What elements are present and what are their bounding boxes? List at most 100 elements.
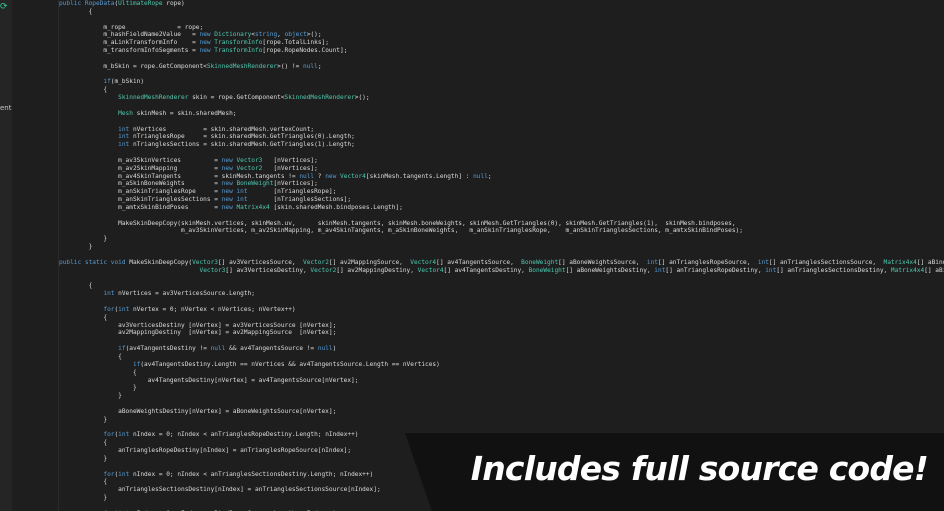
code-token: [] anTrianglesRopeDestiny, xyxy=(665,266,766,274)
code-token: new int xyxy=(221,196,248,204)
code-token: int xyxy=(118,470,130,478)
code-token: [nTrianglesRope]; xyxy=(247,188,337,196)
code-token: (av4TangentsDestiny.Length == nVertices … xyxy=(140,360,440,368)
code-line: m_amtxSkinBindPoses = new Matrix4x4 [ski… xyxy=(59,204,944,212)
code-line: av3VerticesDestiny [nVertex] = av3Vertic… xyxy=(59,322,944,330)
code-token: [nTrianglesSections]; xyxy=(247,196,352,204)
code-token: Matrix4x4 xyxy=(236,203,270,211)
code-token: int xyxy=(118,431,130,439)
code-line: m_aSkinBoneWeights = new BoneWeight[nVer… xyxy=(59,180,944,188)
code-token: [] aBoneWeightsDestiny, xyxy=(565,266,655,274)
code-token: Vector4 xyxy=(410,258,437,266)
code-token: { xyxy=(59,352,122,360)
code-token: [] anTrianglesRopeSource, xyxy=(657,258,758,266)
code-line: m_rope = rope; xyxy=(59,24,944,32)
code-token: null xyxy=(299,172,315,180)
code-line: aBoneWeightsDestiny[nVertex] = aBoneWeig… xyxy=(59,408,944,416)
code-line: { xyxy=(59,369,944,377)
code-token: [skinMesh.tangents.Length] : xyxy=(365,172,474,180)
code-line: if(av4TangentsDestiny != null && av4Tang… xyxy=(59,345,944,353)
code-token: >() != xyxy=(277,62,304,70)
code-token: int xyxy=(103,290,115,298)
code-token: skinMesh = skin.sharedMesh; xyxy=(132,109,237,117)
code-token: Dictionary xyxy=(214,31,252,39)
code-line: m_av3SkinVertices = new Vector3 [nVertic… xyxy=(59,157,944,165)
code-token: nIndex = 0; nIndex < anTrianglesSections… xyxy=(129,470,374,478)
code-token: null xyxy=(473,172,488,180)
code-line: } xyxy=(59,392,944,400)
code-token: [] av4TangentsSource, xyxy=(436,258,522,266)
code-line: m_bSkin = rope.GetComponent<SkinnedMeshR… xyxy=(59,63,944,71)
code-token: { xyxy=(59,86,108,94)
code-line: } xyxy=(59,384,944,392)
code-line: Vector3[] av3VerticesDestiny, Vector2[] … xyxy=(59,267,944,275)
code-token: BoneWeight xyxy=(236,180,274,188)
code-token: } xyxy=(59,235,108,243)
code-token: anTrianglesRopeDestiny[nIndex] = anTrian… xyxy=(59,447,352,455)
code-token: int xyxy=(118,305,130,313)
code-token: ? xyxy=(314,172,326,180)
code-token: new xyxy=(221,164,237,172)
code-line: MakeSkinDeepCopy(skinMesh.vertices, skin… xyxy=(59,220,944,228)
code-token: av3VerticesDestiny [nVertex] = av3Vertic… xyxy=(59,321,337,329)
code-token: int xyxy=(654,266,666,274)
code-token: Matrix4x4 xyxy=(890,266,925,274)
code-line: if(av4TangentsDestiny.Length == nVertice… xyxy=(59,361,944,369)
code-token: [nVertices]; xyxy=(262,164,318,172)
code-token: [nVertices]; xyxy=(262,156,318,164)
code-token: Vector4 xyxy=(417,266,444,274)
code-token: m_hashFieldName2Value = xyxy=(59,31,200,39)
code-token: UltimateRope xyxy=(118,0,163,7)
refresh-icon[interactable]: ⟳ xyxy=(0,3,9,12)
code-line: m_av3SkinVertices, m_av2SkinMapping, m_a… xyxy=(59,227,944,235)
code-token: int xyxy=(118,133,130,141)
code-line: int nTrianglesRope = skin.sharedMesh.Get… xyxy=(59,133,944,141)
code-token: string xyxy=(254,31,278,39)
code-token: Vector3 xyxy=(199,266,226,274)
code-token: MakeSkinDeepCopy(skinMesh.vertices, skin… xyxy=(59,219,736,227)
code-token: TransformInfo xyxy=(214,39,263,47)
code-token: [] av2MappingSource, xyxy=(328,258,411,266)
code-token: av4TangentsDestiny[nVertex] = av4Tangent… xyxy=(59,376,359,384)
code-token: m_av3SkinVertices = xyxy=(59,156,222,164)
code-token: { xyxy=(59,313,108,321)
code-token: Vector4 xyxy=(340,172,366,180)
code-token: { xyxy=(59,478,108,486)
editor-gutter xyxy=(12,0,59,511)
code-token: Vector3 xyxy=(192,258,218,266)
code-line: if(m_bSkin) xyxy=(59,78,944,86)
code-token: new xyxy=(199,47,215,55)
code-token: } xyxy=(59,415,108,423)
code-token: } xyxy=(59,392,122,400)
code-token: for xyxy=(103,470,115,478)
code-token: [] aBindPosesDestiny) xyxy=(924,266,944,274)
code-token: aBoneWeightsDestiny[nVertex] = aBoneWeig… xyxy=(59,407,337,415)
code-token: { xyxy=(59,282,93,290)
promo-banner: Includes full source code! xyxy=(405,433,944,511)
code-line: for(int nVertex = 0; nVertex < nVertices… xyxy=(59,306,944,314)
code-token: new xyxy=(221,156,237,164)
code-token: nVertices = av3VerticesSource.Length; xyxy=(114,290,255,298)
code-line: } xyxy=(59,416,944,424)
code-token: nVertex = 0; nVertex < nVertices; nVerte… xyxy=(129,305,296,313)
code-token: BoneWeight xyxy=(528,266,566,274)
code-line: { xyxy=(59,353,944,361)
code-token: av2MappingDestiny [nVertex] = av2Mapping… xyxy=(59,329,337,337)
code-line: public RopeData(UltimateRope rope) xyxy=(59,0,944,8)
code-token: [nVertices]; xyxy=(273,180,318,188)
code-token: int xyxy=(765,266,777,274)
code-token: new xyxy=(325,172,340,180)
code-line: public static void MakeSkinDeepCopy(Vect… xyxy=(59,259,944,267)
code-token: m_av3SkinVertices, m_av2SkinMapping, m_a… xyxy=(59,227,743,235)
code-token: m_av4SkinTangents = skinMesh.tangents != xyxy=(59,172,300,180)
code-token: null xyxy=(317,345,333,353)
